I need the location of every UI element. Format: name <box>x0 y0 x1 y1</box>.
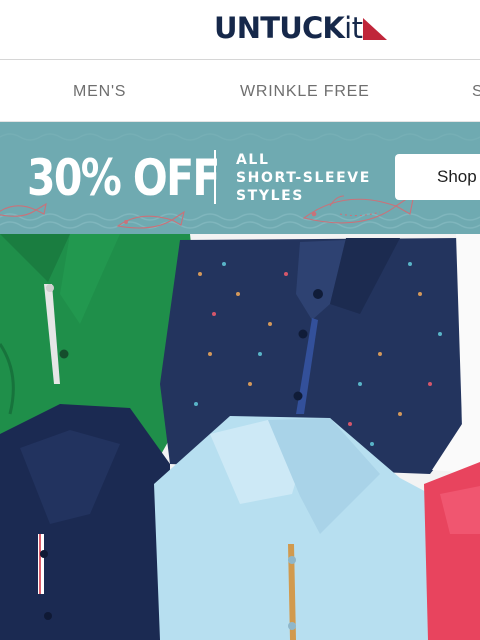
main-nav: MEN'S WRINKLE FREE S <box>0 61 480 122</box>
brand-logo-text: UNTUCKit <box>214 10 363 45</box>
promo-subtext: ALL SHORT-SLEEVE STYLES <box>236 151 371 205</box>
nav-item-partial[interactable]: S <box>472 83 480 101</box>
promo-headline: 30% OFF <box>27 149 220 207</box>
nav-item-wrinkle-free[interactable]: WRINKLE FREE <box>240 83 370 101</box>
hero-image[interactable] <box>0 234 480 640</box>
promo-subtext-line3: STYLES <box>236 188 304 204</box>
shop-button[interactable]: Shop <box>395 154 480 200</box>
nav-item-mens[interactable]: MEN'S <box>73 83 126 101</box>
polo-shirts-image <box>0 234 480 640</box>
promo-banner[interactable]: 30% OFF ALL SHORT-SLEEVE STYLES Shop <box>0 122 480 234</box>
brand-logo[interactable]: UNTUCKit <box>214 10 387 46</box>
promo-subtext-line2: SHORT-SLEEVE <box>236 170 371 186</box>
site-header: UNTUCKit <box>0 0 480 60</box>
promo-subtext-line1: ALL <box>236 152 270 168</box>
logo-flag-icon <box>362 18 387 40</box>
promo-divider <box>214 150 216 204</box>
navy-polo-shirt <box>0 404 170 640</box>
